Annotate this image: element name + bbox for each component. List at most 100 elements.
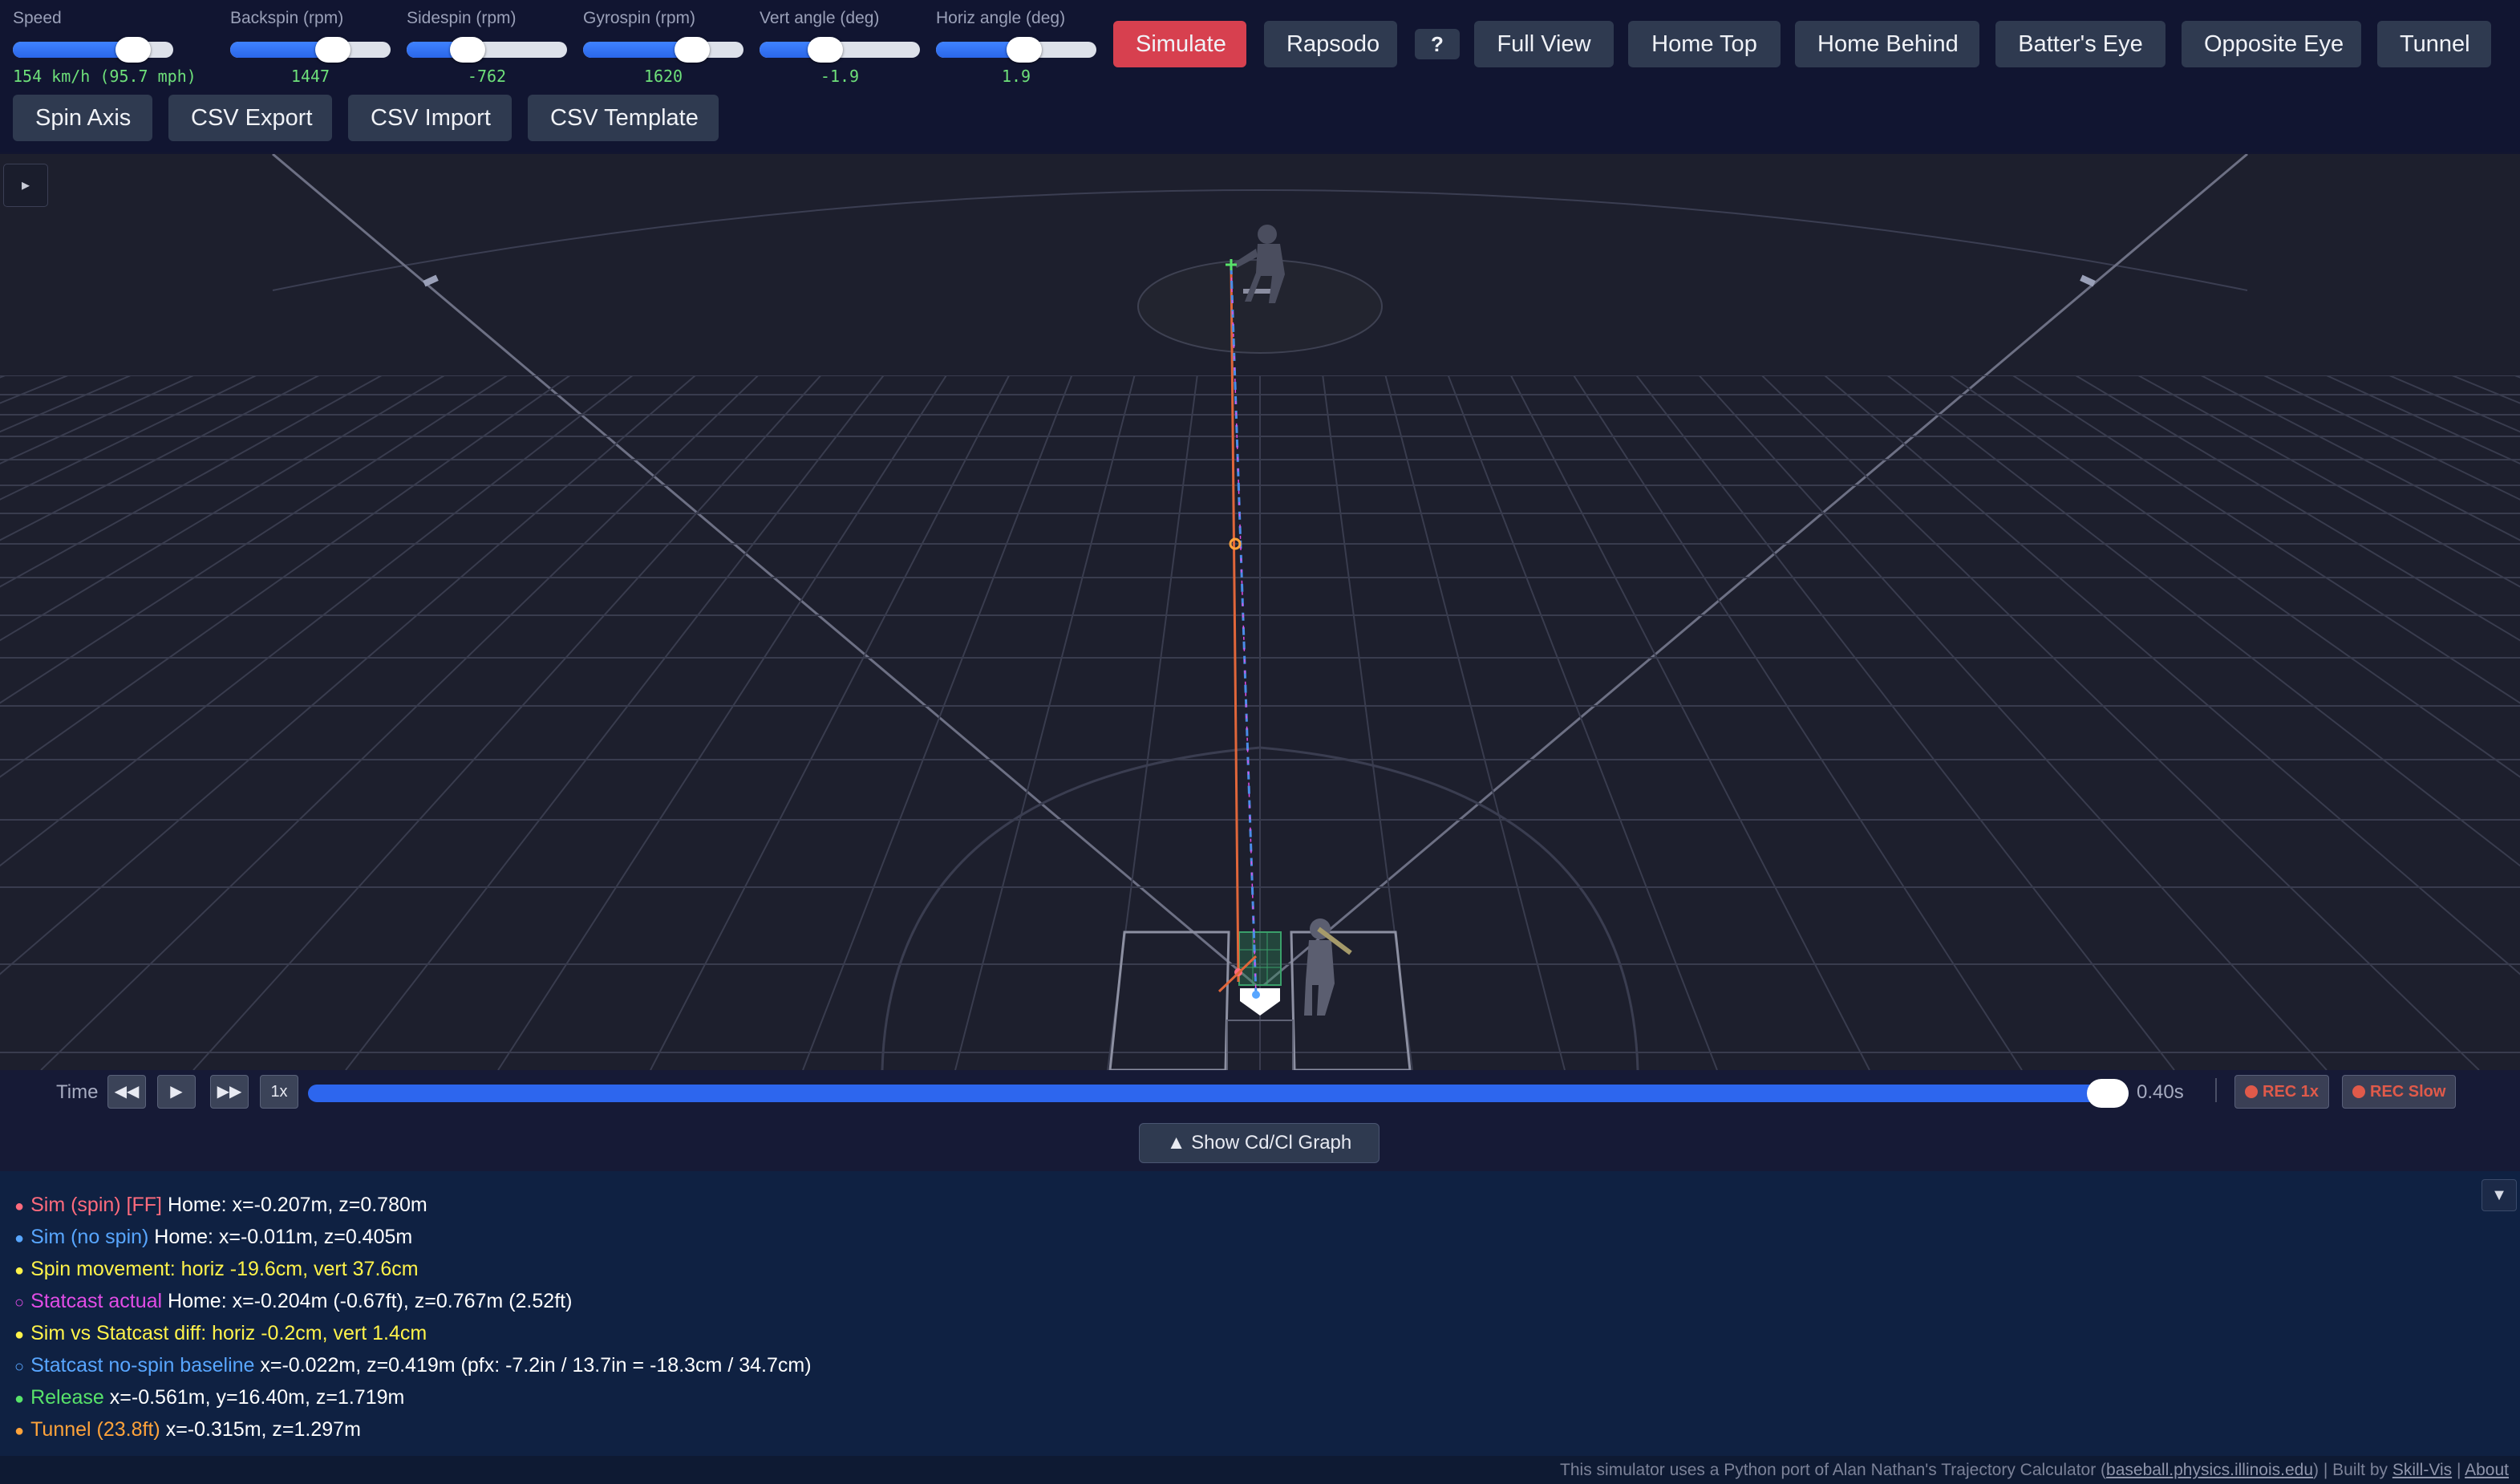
legend-dot-icon: ● xyxy=(14,1390,25,1408)
gyrospin-label: Gyrospin (rpm) xyxy=(583,9,696,27)
backspin-slider-group: Backspin (rpm) 1447 xyxy=(230,8,395,87)
footer: This simulator uses a Python port of Ala… xyxy=(0,1456,2520,1484)
horiz-angle-slider-group: Horiz angle (deg) 1.9 xyxy=(936,8,1101,87)
legend-dot-icon: ● xyxy=(14,1326,25,1344)
timeline-bar: Time ◀◀ ▶ ▶▶ 1x 0.40s REC 1x REC Slow xyxy=(0,1070,2520,1115)
speed-slider[interactable] xyxy=(13,37,173,63)
horiz-angle-value: 1.9 xyxy=(1001,67,1031,86)
footer-separator: | xyxy=(2452,1461,2465,1479)
backspin-value: 1447 xyxy=(290,67,330,86)
sidespin-slider-group: Sidespin (rpm) -762 xyxy=(407,8,572,87)
slider-thumb[interactable] xyxy=(315,37,350,63)
legend-dot-icon: ○ xyxy=(14,1358,25,1376)
speed-value: 154 km/h (95.7 mph) xyxy=(13,67,196,86)
time-label: Time xyxy=(56,1081,99,1103)
result-label: Statcast actual xyxy=(30,1290,163,1312)
show-graph-button[interactable]: ▲ Show Cd/Cl Graph xyxy=(1139,1123,1380,1163)
sidespin-value: -762 xyxy=(467,67,507,86)
record-slow-button[interactable]: REC Slow xyxy=(2342,1075,2457,1109)
skill-vis-link[interactable]: Skill-Vis xyxy=(2392,1461,2452,1479)
legend-dot-icon: ● xyxy=(14,1422,25,1440)
forward-button[interactable]: ▶▶ xyxy=(210,1075,249,1109)
physics-link[interactable]: baseball.physics.illinois.edu xyxy=(2106,1461,2313,1479)
sidespin-label: Sidespin (rpm) xyxy=(407,9,517,27)
result-text: Home: x=-0.204m (-0.67ft), z=0.767m (2.5… xyxy=(162,1290,573,1312)
result-row: ● Sim vs Statcast diff: horiz -0.2cm, ver… xyxy=(0,1317,2520,1349)
record-icon xyxy=(2245,1085,2258,1098)
csv-template-button[interactable]: CSV Template xyxy=(528,95,719,141)
result-label: Sim vs Statcast diff: horiz -0.2cm, vert… xyxy=(30,1322,427,1344)
slider-thumb[interactable] xyxy=(1007,37,1042,63)
home-plate xyxy=(1240,988,1280,1016)
field-scene xyxy=(0,154,2520,1070)
horiz-angle-label: Horiz angle (deg) xyxy=(936,9,1066,27)
vert-angle-slider-group: Vert angle (deg) -1.9 xyxy=(760,8,925,87)
help-button[interactable]: ? xyxy=(1415,29,1460,59)
play-button[interactable]: ▶ xyxy=(157,1075,196,1109)
result-text: x=-0.315m, z=1.297m xyxy=(160,1418,361,1441)
simulate-button[interactable]: Simulate xyxy=(1113,21,1246,67)
rapsodo-button[interactable]: Rapsodo xyxy=(1264,21,1397,67)
legend-dot-icon: ○ xyxy=(14,1294,25,1312)
result-row: ● Sim (no spin) Home: x=-0.011m, z=0.405m xyxy=(0,1221,2520,1253)
result-text: Home: x=-0.207m, z=0.780m xyxy=(162,1194,427,1216)
result-row: ● Release x=-0.561m, y=16.40m, z=1.719m xyxy=(0,1381,2520,1413)
vert-angle-label: Vert angle (deg) xyxy=(760,9,880,27)
gyrospin-slider-group: Gyrospin (rpm) 1620 xyxy=(583,8,748,87)
speed-slider-group: Speed 154 km/h (95.7 mph) xyxy=(13,8,196,87)
result-row: ● Spin movement: horiz -19.6cm, vert 37.6… xyxy=(0,1253,2520,1285)
result-row: ● Sim (spin) [FF] Home: x=-0.207m, z=0.78… xyxy=(0,1189,2520,1221)
time-slider-thumb[interactable] xyxy=(2087,1079,2129,1108)
result-label: Tunnel (23.8ft) xyxy=(30,1418,160,1441)
playback-speed-button[interactable]: 1x xyxy=(260,1075,298,1109)
time-value: 0.40s xyxy=(2137,1081,2184,1103)
record-1x-button[interactable]: REC 1x xyxy=(2234,1075,2330,1109)
sidespin-slider[interactable] xyxy=(407,37,567,63)
time-slider[interactable] xyxy=(308,1079,2129,1108)
footer-built-by: ) | Built by xyxy=(2313,1461,2392,1479)
foul-line-right xyxy=(1263,154,2248,987)
backspin-slider[interactable] xyxy=(230,37,391,63)
batters-eye-button[interactable]: Batter's Eye xyxy=(1995,21,2165,67)
graph-toggle-bar: ▲ Show Cd/Cl Graph xyxy=(0,1115,2520,1171)
field-3d-viewport[interactable]: ▸ xyxy=(0,154,2520,1070)
full-view-button[interactable]: Full View xyxy=(1474,21,1614,67)
spin-axis-button[interactable]: Spin Axis xyxy=(13,95,152,141)
record-slow-label: REC Slow xyxy=(2370,1083,2446,1101)
record-1x-label: REC 1x xyxy=(2263,1083,2319,1101)
results-list: ● Sim (spin) [FF] Home: x=-0.207m, z=0.78… xyxy=(0,1189,2520,1445)
result-text: x=-0.561m, y=16.40m, z=1.719m xyxy=(103,1386,405,1409)
strike-zone xyxy=(1238,931,1282,986)
collapse-panel-button[interactable]: ▼ xyxy=(2482,1179,2517,1211)
pitchers-rubber xyxy=(1243,289,1272,294)
csv-export-button[interactable]: CSV Export xyxy=(168,95,332,141)
control-bar: Speed 154 km/h (95.7 mph) Backspin (rpm)… xyxy=(0,0,2520,152)
tunnel-button[interactable]: Tunnel xyxy=(2377,21,2491,67)
rewind-button[interactable]: ◀◀ xyxy=(107,1075,146,1109)
legend-dot-icon: ● xyxy=(14,1262,25,1279)
result-label: Statcast no-spin baseline xyxy=(30,1354,255,1377)
result-label: Sim (no spin) xyxy=(30,1226,149,1248)
about-link[interactable]: About xyxy=(2465,1461,2509,1479)
divider xyxy=(2215,1078,2217,1102)
slider-thumb[interactable] xyxy=(115,37,151,63)
horiz-angle-slider[interactable] xyxy=(936,37,1096,63)
home-top-button[interactable]: Home Top xyxy=(1628,21,1781,67)
panel-toggle-button[interactable]: ▸ xyxy=(3,164,48,207)
opposite-eye-button[interactable]: Opposite Eye xyxy=(2182,21,2361,67)
slider-thumb[interactable] xyxy=(450,37,485,63)
csv-import-button[interactable]: CSV Import xyxy=(348,95,512,141)
footer-credit: This simulator uses a Python port of Ala… xyxy=(1560,1461,2107,1479)
result-label: Spin movement: horiz -19.6cm, vert 37.6c… xyxy=(30,1258,419,1280)
result-label: Sim (spin) [FF] xyxy=(30,1194,162,1216)
left-light xyxy=(423,274,439,287)
result-label: Release xyxy=(30,1386,104,1409)
foul-line-left xyxy=(272,154,1257,987)
gyrospin-slider[interactable] xyxy=(583,37,743,63)
vert-angle-slider[interactable] xyxy=(760,37,920,63)
home-behind-button[interactable]: Home Behind xyxy=(1795,21,1979,67)
slider-thumb[interactable] xyxy=(675,37,710,63)
slider-thumb[interactable] xyxy=(808,37,843,63)
result-row: ● Tunnel (23.8ft) x=-0.315m, z=1.297m xyxy=(0,1413,2520,1445)
speed-label: Speed xyxy=(13,9,62,27)
